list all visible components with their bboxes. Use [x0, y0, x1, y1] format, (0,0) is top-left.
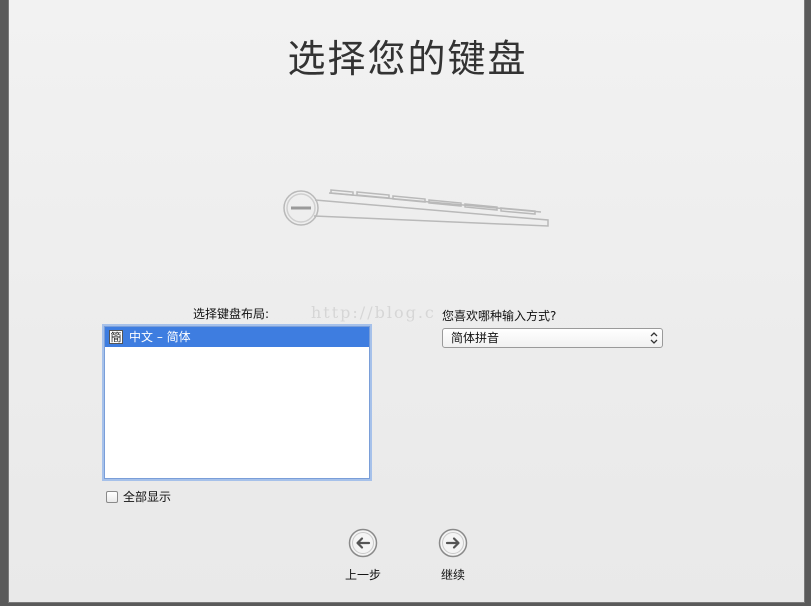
up-down-chevron-icon — [650, 332, 658, 344]
watermark: http://blog.c — [311, 303, 436, 322]
setup-assistant-window: 选择您的键盘 http://blog.c 选择键盘布局: 簡 中文 – 简体 全… — [8, 0, 805, 603]
keyboard-illustration-icon — [283, 189, 549, 227]
show-all-checkbox[interactable] — [106, 490, 118, 503]
back-button[interactable]: 上一步 — [333, 528, 393, 583]
list-item-label: 中文 – 简体 — [129, 330, 191, 344]
keyboard-layout-list[interactable]: 簡 中文 – 简体 — [104, 326, 370, 479]
continue-button[interactable]: 继续 — [423, 528, 483, 583]
input-method-value: 简体拼音 — [451, 331, 500, 345]
left-arrow-circle-icon — [348, 528, 378, 558]
language-badge-icon: 簡 — [109, 330, 123, 344]
input-method-label: 您喜欢哪种输入方式? — [442, 309, 557, 323]
show-all-row[interactable]: 全部显示 — [106, 488, 171, 505]
right-arrow-circle-icon — [438, 528, 468, 558]
page-title: 选择您的键盘 — [287, 37, 528, 81]
keyboard-layout-label: 选择键盘布局: — [193, 307, 270, 321]
list-item[interactable]: 簡 中文 – 简体 — [105, 327, 369, 347]
continue-button-label: 继续 — [440, 568, 465, 582]
show-all-label: 全部显示 — [123, 490, 172, 504]
back-button-label: 上一步 — [344, 568, 381, 582]
input-method-select[interactable]: 简体拼音 — [442, 328, 663, 348]
